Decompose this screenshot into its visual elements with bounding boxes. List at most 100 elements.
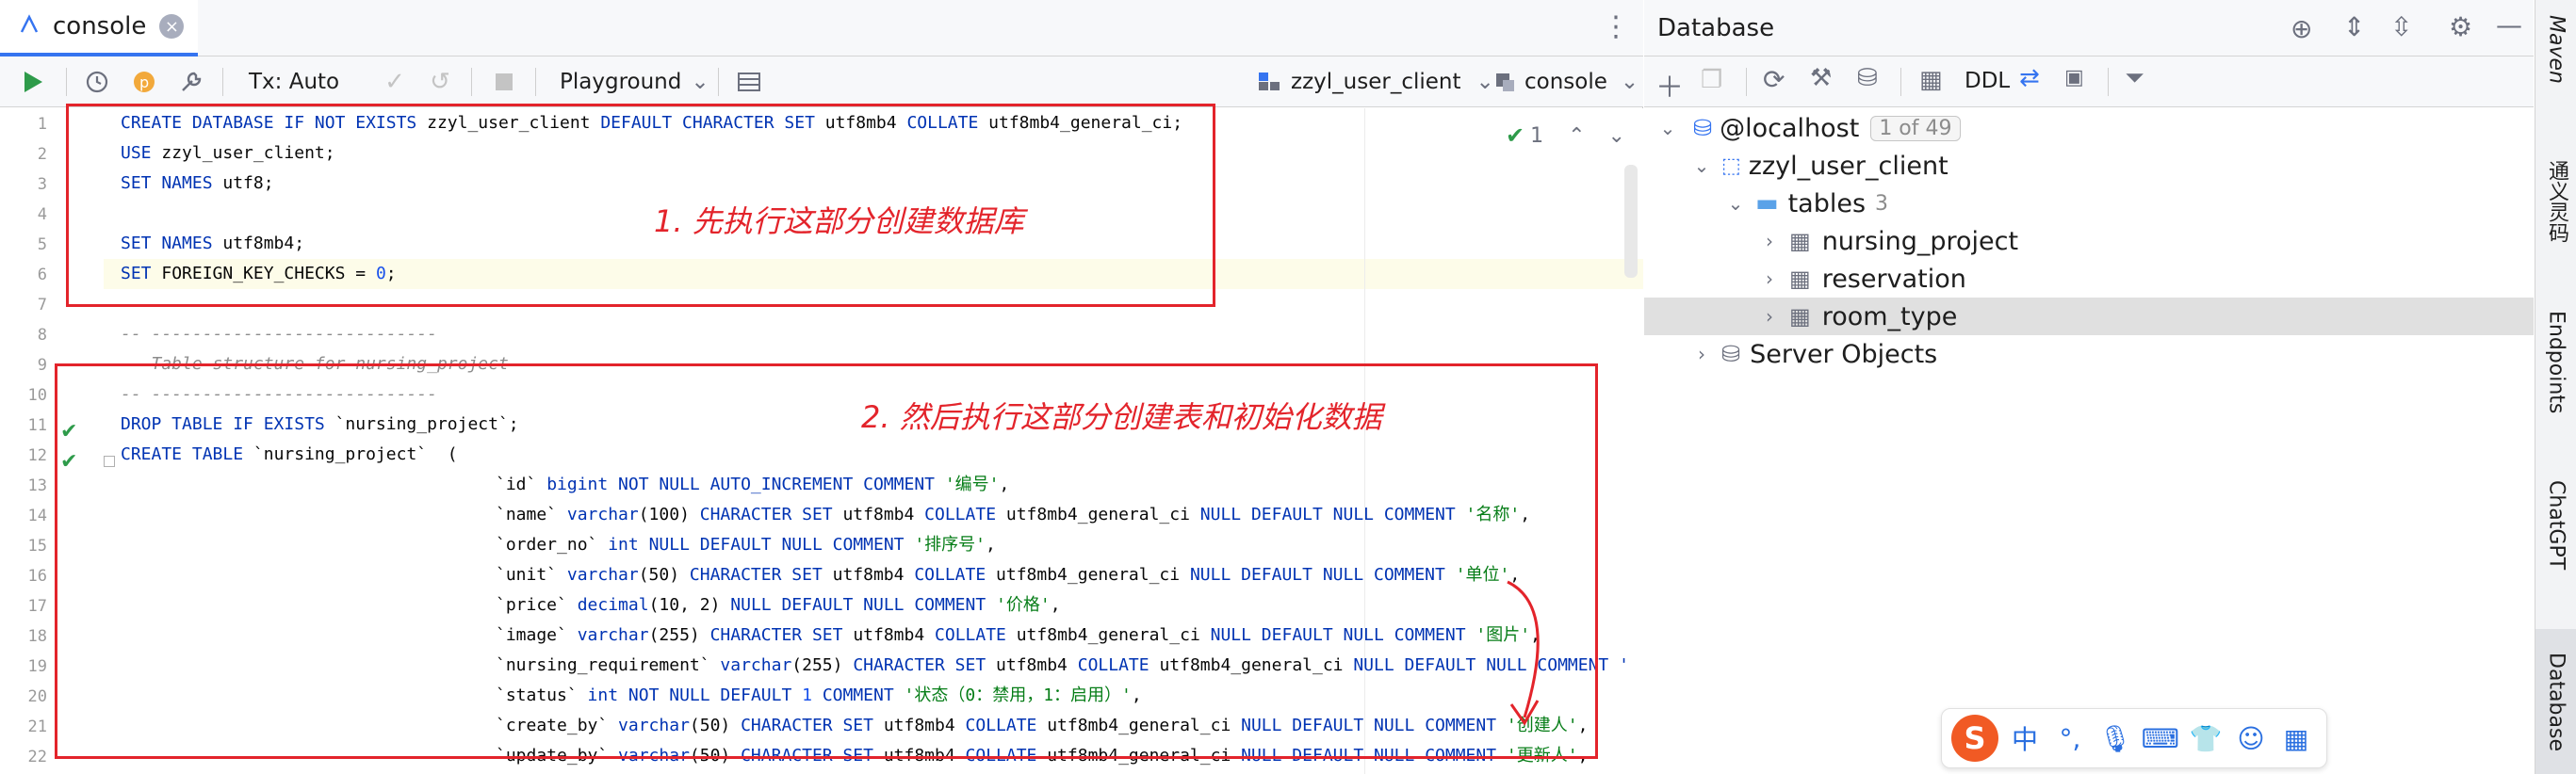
tree-node-table-room-type[interactable]: › ▦ room_type [1644, 298, 2534, 335]
commit-button[interactable]: ✓ [379, 56, 411, 107]
crosshair-icon[interactable]: ⊕ [2291, 13, 2312, 44]
endpoints-tool-button[interactable]: Endpoints [2535, 311, 2576, 413]
table-icon: ▦ [1789, 266, 1811, 292]
code-line-18: `image` varchar(255) CHARACTER SET utf8m… [496, 625, 1541, 645]
keyboard-icon[interactable]: ⌨ [2142, 718, 2179, 759]
tree-node-table-nursing-project[interactable]: › ▦ nursing_project [1644, 222, 2534, 260]
code-line-2: USE zzyl_user_client; [121, 143, 335, 163]
folder-icon: ▬ [1755, 189, 1779, 218]
toolbar-separator [222, 68, 223, 96]
console-file-icon [19, 14, 40, 39]
chevron-down-icon[interactable]: ⌄ [1691, 154, 1712, 177]
settings-wrench-button[interactable] [175, 56, 207, 107]
collapse-all-icon[interactable]: ⇳ [2390, 11, 2412, 42]
chevron-right-icon[interactable]: › [1691, 343, 1712, 365]
session-label: console [1524, 70, 1607, 94]
database-strip-label: Database [2544, 652, 2568, 751]
chevron-down-icon[interactable]: ⌄ [1608, 124, 1625, 148]
line-number: 21 [27, 718, 47, 736]
tongyi-label: 通义灵码 [2545, 160, 2568, 243]
chevron-right-icon[interactable]: › [1759, 230, 1780, 252]
ime-punctuation-toggle[interactable]: °, [2051, 718, 2089, 759]
close-icon[interactable]: × [159, 14, 185, 39]
tab-console[interactable]: console × [0, 0, 198, 56]
tab-console-label: console [53, 12, 147, 40]
explain-plan-button[interactable]: p [128, 56, 160, 107]
expand-all-icon[interactable]: ⇕ [2343, 11, 2365, 42]
more-options-icon[interactable]: ⋮ [1602, 11, 1630, 43]
refresh-icon[interactable]: ⟳ [1763, 64, 1785, 95]
emoji-icon[interactable]: ☺ [2232, 718, 2270, 759]
sogou-logo-icon[interactable]: S [1951, 715, 1998, 762]
line-number: 20 [27, 687, 47, 706]
table-icon[interactable]: ▦ [1919, 66, 1943, 94]
right-tool-strip: Maven 通义灵码 Endpoints ChatGPT Database [2535, 0, 2576, 774]
rollback-button[interactable]: ↺ [424, 56, 456, 107]
toolbar-separator [66, 68, 67, 96]
minimize-icon[interactable]: — [2496, 9, 2522, 40]
editor-tabbar: console × ⋮ [0, 0, 1643, 56]
code-line-12: CREATE TABLE `nursing_project` ( [121, 444, 458, 464]
line-number: 5 [37, 235, 47, 254]
chevron-down-icon: ⌄ [691, 70, 709, 94]
line-number: 15 [27, 537, 47, 556]
schemas-count-badge[interactable]: 1 of 49 [1870, 115, 1961, 141]
chevron-right-icon[interactable]: › [1759, 267, 1780, 290]
history-button[interactable] [81, 56, 113, 107]
ddl-button[interactable]: DDL [1965, 69, 2010, 93]
wrench-icon [175, 66, 207, 98]
jump-to-source-icon[interactable]: ⇄ [2019, 64, 2040, 92]
maven-tool-button[interactable]: Maven [2535, 15, 2576, 84]
line-number: 7 [37, 296, 47, 314]
vertical-scrollbar[interactable] [1624, 165, 1638, 278]
datasource-properties-icon[interactable]: ⚒ [1810, 64, 1832, 92]
fold-marker-icon[interactable] [104, 456, 115, 467]
line-number: 1 [37, 115, 47, 134]
chevron-down-icon[interactable]: ⌄ [1725, 192, 1746, 215]
tree-node-server-objects[interactable]: › ⛁ Server Objects [1644, 335, 2534, 373]
tree-node-schema[interactable]: ⌄ ⬚ zzyl_user_client [1644, 147, 2534, 185]
playground-dropdown[interactable]: Playground ⌄ [560, 56, 709, 107]
tree-node-tables[interactable]: ⌄ ▬ tables 3 [1644, 185, 2534, 222]
add-icon[interactable]: ＋ [1655, 64, 1684, 105]
inspection-widget[interactable]: ✔ 1 ⌃ ⌄ [1506, 120, 1625, 152]
table-label: reservation [1821, 264, 1966, 294]
microphone-icon[interactable]: 🎙 [2096, 718, 2134, 759]
database-icon[interactable]: ⛁ [1857, 64, 1878, 92]
undo-icon: ↺ [430, 68, 450, 96]
line-number: 13 [27, 476, 47, 495]
code-line-3: SET NAMES utf8; [121, 173, 274, 193]
line-number: 8 [37, 326, 47, 345]
session-dropdown[interactable]: console ⌄ [1489, 56, 1639, 107]
copy-icon[interactable]: ❐ [1701, 66, 1722, 94]
database-toolbar: ＋ ❐ ⟳ ⚒ ⛁ ▦ DDL ⇄ ▣ ⏷ [1644, 56, 2534, 107]
chevron-right-icon[interactable]: › [1759, 305, 1780, 328]
tree-node-table-reservation[interactable]: › ▦ reservation [1644, 260, 2534, 298]
annotation-step1: 1. 先执行这部分创建数据库 [654, 203, 1024, 239]
query-console-icon[interactable]: ▣ [2064, 66, 2084, 89]
datasource-dropdown[interactable]: zzyl_user_client ⌄ [1253, 56, 1494, 107]
annotation-arrow-icon [1507, 580, 1540, 726]
gear-icon[interactable]: ⚙ [2449, 11, 2472, 42]
filter-icon[interactable]: ⏷ [2125, 64, 2144, 93]
tongyi-tool-button[interactable]: 通义灵码 [2535, 160, 2576, 243]
chevron-down-icon: ⌄ [1620, 70, 1639, 94]
chevron-up-icon[interactable]: ⌃ [1568, 124, 1585, 148]
line-number: 2 [37, 145, 47, 164]
chatgpt-tool-button[interactable]: ChatGPT [2535, 480, 2576, 570]
ime-language-toggle[interactable]: 中 [2006, 718, 2044, 759]
transaction-mode-dropdown[interactable]: Tx: Auto [249, 56, 339, 107]
skin-shirt-icon[interactable]: 👕 [2187, 718, 2225, 759]
ide-window: console × ⋮ p Tx: Auto ✓ ↺ Playground ⌄ … [0, 0, 2576, 774]
table-label: room_type [1821, 301, 1958, 331]
database-tool-button[interactable]: Database [2535, 629, 2576, 774]
stop-button[interactable] [488, 56, 520, 107]
chevron-down-icon[interactable]: ⌄ [1657, 117, 1678, 139]
inspection-check-icon: ✔ [1506, 122, 1525, 149]
tree-node-localhost[interactable]: ⌄ ⛁ @localhost 1 of 49 [1644, 109, 2534, 147]
execute-button[interactable] [17, 56, 49, 107]
code-line-22: `update_by` varchar(50) CHARACTER SET ut… [496, 746, 1589, 766]
results-layout-button[interactable] [733, 56, 765, 107]
endpoints-label: Endpoints [2544, 311, 2568, 414]
app-grid-icon[interactable]: ▦ [2277, 718, 2315, 759]
